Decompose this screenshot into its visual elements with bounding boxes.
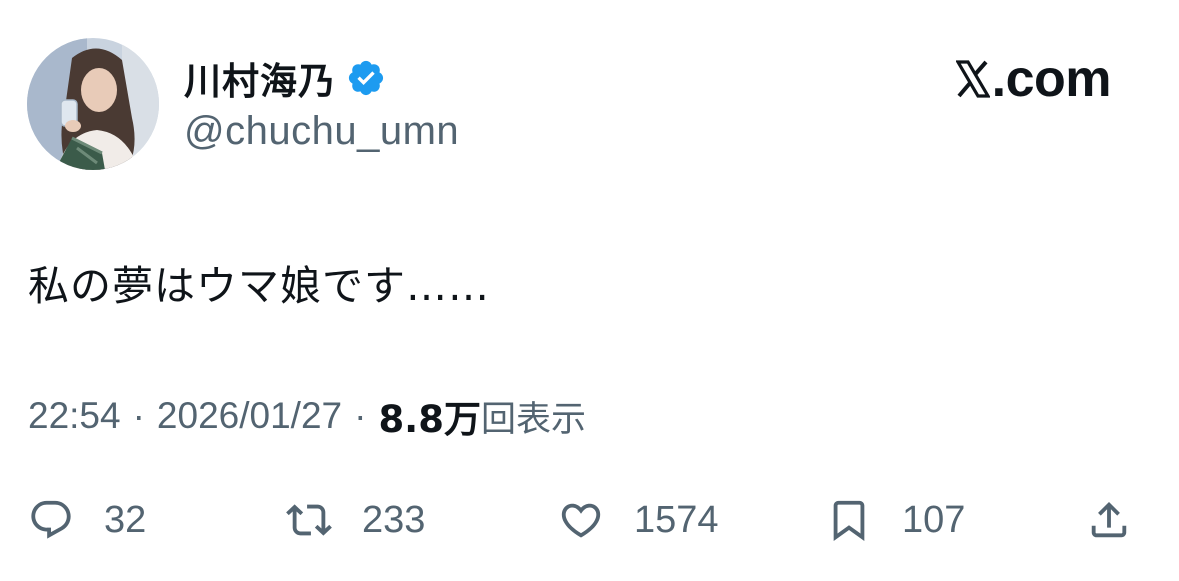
avatar[interactable] <box>27 38 159 170</box>
bookmark-button[interactable]: 107 <box>826 490 965 550</box>
retweet-count: 233 <box>362 498 426 541</box>
heart-icon <box>561 503 601 538</box>
user-handle[interactable]: @chuchu_umn <box>184 109 459 154</box>
tweet-meta: 22:54 · 2026/01/27 · 8.8万 回表示 <box>28 390 586 442</box>
brand-logo: .com <box>955 50 1112 108</box>
display-name[interactable]: 川村海乃 <box>184 51 336 105</box>
share-icon <box>1091 501 1127 538</box>
verified-badge-icon[interactable] <box>346 58 386 98</box>
tweet-text: 私の夢はウマ娘です…… <box>28 262 490 310</box>
meta-separator: · <box>132 395 145 436</box>
bookmark-count: 107 <box>902 498 966 541</box>
user-name-row: 川村海乃 <box>184 50 386 106</box>
avatar-image <box>27 38 159 170</box>
tweet-date[interactable]: 2026/01/27 <box>157 395 342 437</box>
retweet-button[interactable]: 233 <box>286 490 425 550</box>
retweet-icon <box>286 504 332 536</box>
reply-count: 32 <box>104 498 147 541</box>
meta-separator: · <box>354 395 367 436</box>
bookmark-icon <box>833 500 865 541</box>
views-count[interactable]: 8.8万 <box>378 389 481 443</box>
share-button[interactable] <box>1086 490 1132 550</box>
like-button[interactable]: 1574 <box>558 490 719 550</box>
brand-text: .com <box>991 50 1112 108</box>
like-count: 1574 <box>634 498 719 541</box>
x-logo-icon <box>955 60 990 98</box>
reply-button[interactable]: 32 <box>28 490 146 550</box>
views-label: 回表示 <box>480 399 586 440</box>
action-bar: 32 233 1574 107 <box>0 490 1179 550</box>
tweet-time[interactable]: 22:54 <box>28 395 121 437</box>
reply-icon <box>31 500 71 539</box>
